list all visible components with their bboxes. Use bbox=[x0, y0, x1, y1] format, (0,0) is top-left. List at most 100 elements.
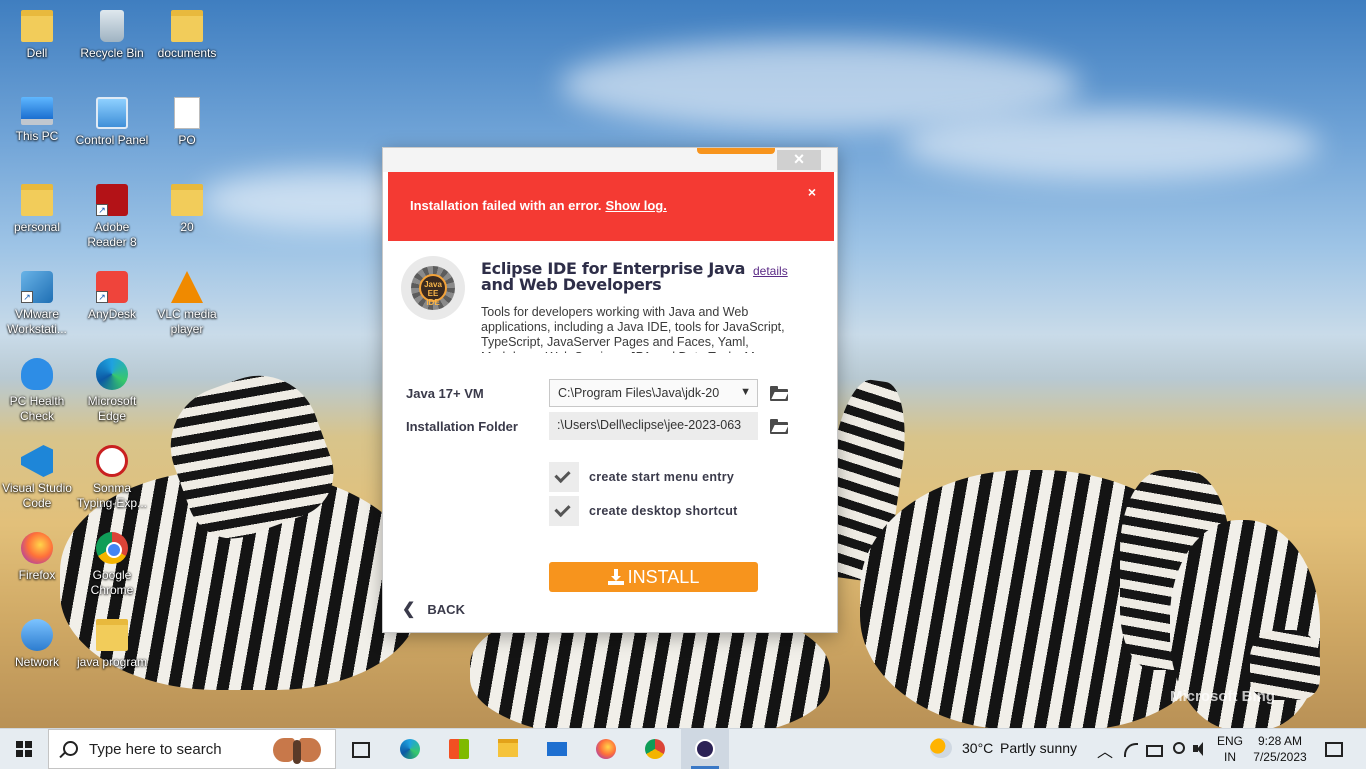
back-button[interactable]: ❮ BACK bbox=[402, 599, 465, 619]
desktop-icon-this-pc[interactable]: This PC bbox=[0, 97, 74, 144]
desktop-icon-network[interactable]: Network bbox=[0, 619, 74, 670]
shortcut-arrow-icon: ↗ bbox=[96, 204, 108, 216]
desktop-icon-java-program[interactable]: java program bbox=[75, 619, 149, 670]
desktop-icon-label: 20 bbox=[180, 220, 194, 234]
document-icon bbox=[174, 97, 200, 129]
desktop-icon-label: Network bbox=[14, 655, 59, 669]
desktop-icon-chrome[interactable]: Google Chrome bbox=[75, 532, 149, 598]
error-text: Installation failed with an error. bbox=[410, 198, 602, 213]
update-indicator[interactable] bbox=[697, 148, 775, 154]
details-link[interactable]: details bbox=[753, 264, 788, 278]
desktop-icon-documents[interactable]: documents bbox=[150, 10, 224, 61]
taskbar-firefox[interactable] bbox=[582, 729, 630, 769]
desktop-icon-label: documents bbox=[157, 46, 217, 60]
taskbar-eclipse-installer[interactable] bbox=[681, 729, 729, 769]
taskbar-mail[interactable] bbox=[533, 729, 581, 769]
browse-install-folder-button[interactable] bbox=[770, 419, 790, 434]
desktop-shortcut-checkbox[interactable] bbox=[549, 496, 579, 526]
product-logo-text: Java EE IDE bbox=[419, 274, 447, 307]
start-menu-label: create start menu entry bbox=[589, 470, 735, 484]
chrome-icon bbox=[96, 532, 128, 564]
show-hidden-icons-chevron-icon[interactable]: ︿ bbox=[1097, 738, 1113, 762]
desktop-icon-label: This PC bbox=[15, 129, 59, 143]
desktop-icon-label: Google Chrome bbox=[90, 568, 134, 597]
folder-icon bbox=[21, 184, 53, 216]
vmware-icon: ↗ bbox=[21, 271, 53, 303]
folder-icon bbox=[171, 184, 203, 216]
desktop-icon-label: Microsoft Edge bbox=[87, 394, 137, 423]
taskbar-store[interactable] bbox=[435, 729, 483, 769]
adobe-reader-icon: ↗ bbox=[96, 184, 128, 216]
start-menu-checkbox[interactable] bbox=[549, 462, 579, 492]
firefox-icon bbox=[21, 532, 53, 564]
desktop-icon-anydesk[interactable]: ↗ AnyDesk bbox=[75, 271, 149, 322]
user-folder-icon bbox=[21, 10, 53, 42]
desktop-icon-control-panel[interactable]: Control Panel bbox=[75, 97, 149, 148]
desktop-icon-vlc[interactable]: VLC media player bbox=[150, 271, 224, 337]
desktop-icon-label: personal bbox=[13, 220, 61, 234]
java-vm-select[interactable]: C:\Program Files\Java\jdk-20 ▼ bbox=[549, 379, 758, 407]
desktop-icon-20[interactable]: 20 bbox=[150, 184, 224, 235]
network-wifi-icon[interactable] bbox=[1122, 741, 1138, 757]
window-title-bar[interactable]: × bbox=[383, 148, 837, 172]
chevron-down-icon: ▼ bbox=[740, 386, 751, 398]
desktop-icon-adobe-reader[interactable]: ↗ Adobe Reader 8 bbox=[75, 184, 149, 250]
browse-java-vm-button[interactable] bbox=[770, 386, 790, 401]
chrome-icon bbox=[645, 739, 665, 759]
install-folder-label: Installation Folder bbox=[406, 419, 518, 434]
window-close-button[interactable]: × bbox=[777, 150, 821, 170]
firefox-icon bbox=[596, 739, 616, 759]
desktop-icon-edge[interactable]: Microsoft Edge bbox=[75, 358, 149, 424]
taskbar: Type here to search 30°C Partly sunny ︿ bbox=[0, 728, 1366, 769]
taskbar-edge[interactable] bbox=[386, 729, 434, 769]
notifications-icon[interactable] bbox=[1325, 741, 1343, 757]
battery-icon[interactable] bbox=[1146, 741, 1163, 757]
taskbar-task-view[interactable] bbox=[336, 729, 384, 769]
java-vm-value: C:\Program Files\Java\jdk-20 bbox=[558, 386, 720, 400]
checkmark-icon bbox=[554, 466, 571, 484]
clock[interactable]: 9:28 AM 7/25/2023 bbox=[1248, 733, 1312, 765]
start-button[interactable] bbox=[0, 729, 48, 769]
search-icon bbox=[63, 741, 78, 756]
taskbar-search-box[interactable]: Type here to search bbox=[48, 729, 336, 769]
desktop-icon-po[interactable]: PO bbox=[150, 97, 224, 148]
desktop-icon-label: Adobe Reader 8 bbox=[87, 220, 137, 249]
error-banner: Installation failed with an error. Show l… bbox=[388, 172, 834, 241]
volume-icon[interactable] bbox=[1193, 741, 1209, 757]
location-icon[interactable] bbox=[1170, 741, 1186, 757]
recycle-bin-icon bbox=[100, 10, 124, 42]
weather-condition: Partly sunny bbox=[1000, 740, 1078, 756]
computer-icon bbox=[21, 97, 53, 125]
error-message: Installation failed with an error. Show l… bbox=[410, 198, 667, 213]
desktop-icon-pc-health-check[interactable]: PC Health Check bbox=[0, 358, 74, 424]
desktop-icon-personal[interactable]: personal bbox=[0, 184, 74, 235]
desktop-icon-firefox[interactable]: Firefox bbox=[0, 532, 74, 583]
install-folder-input[interactable]: :\Users\Dell\eclipse\jee-2023-063 bbox=[549, 412, 758, 440]
install-button-label: INSTALL bbox=[627, 567, 700, 587]
health-check-icon bbox=[21, 358, 53, 390]
desktop-icon-label: VLC media player bbox=[157, 307, 217, 336]
sonma-icon bbox=[96, 445, 128, 477]
product-title: Eclipse IDE for Enterprise Java and Web … bbox=[481, 259, 746, 294]
desktop-icon-recycle-bin[interactable]: Recycle Bin bbox=[75, 10, 149, 61]
gear-icon: Java EE IDE bbox=[411, 266, 455, 310]
taskbar-chrome[interactable] bbox=[631, 729, 679, 769]
error-close-icon[interactable]: × bbox=[808, 184, 816, 200]
shortcut-arrow-icon: ↗ bbox=[96, 291, 108, 303]
desktop-icon-vmware[interactable]: ↗ VMware Workstati... bbox=[0, 271, 74, 337]
install-button[interactable]: INSTALL bbox=[549, 562, 758, 592]
download-icon bbox=[607, 569, 624, 585]
partly-sunny-icon bbox=[930, 738, 952, 758]
network-icon bbox=[21, 619, 53, 651]
windows-logo-icon bbox=[16, 741, 32, 757]
desktop-icon-label: Dell bbox=[26, 46, 48, 60]
show-log-link[interactable]: Show log. bbox=[605, 198, 666, 213]
language-indicator[interactable]: ENG IN bbox=[1216, 733, 1244, 765]
control-panel-icon bbox=[96, 97, 128, 129]
desktop-icon-sonma[interactable]: Sonma Typing-Exp... bbox=[75, 445, 149, 511]
taskbar-file-explorer[interactable] bbox=[484, 729, 532, 769]
desktop-icon-vscode[interactable]: Visual Studio Code bbox=[0, 445, 74, 511]
checkmark-icon bbox=[554, 500, 571, 518]
desktop-icon-label: Recycle Bin bbox=[80, 46, 144, 60]
desktop-icon-dell[interactable]: Dell bbox=[0, 10, 74, 61]
